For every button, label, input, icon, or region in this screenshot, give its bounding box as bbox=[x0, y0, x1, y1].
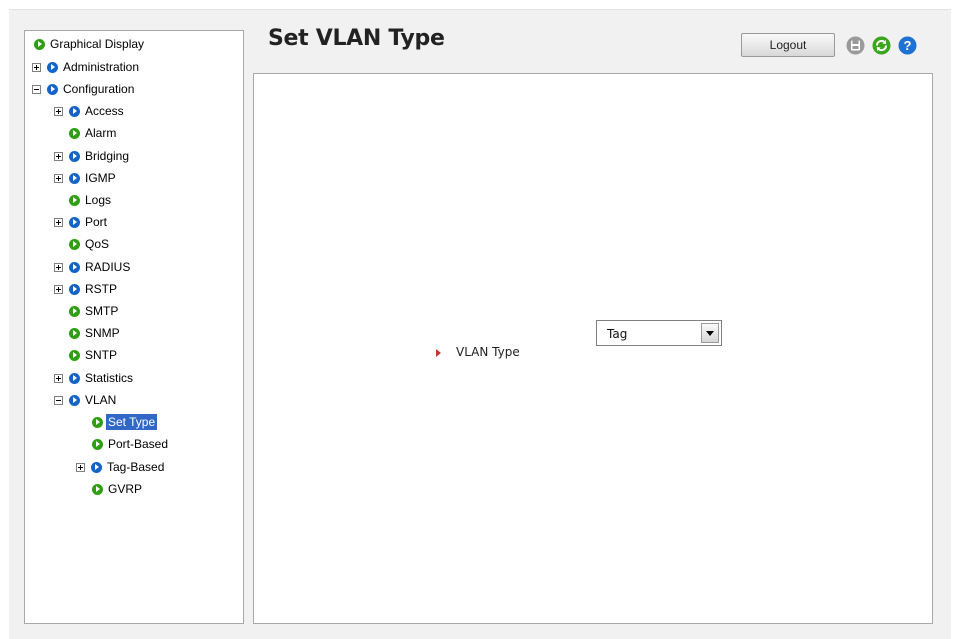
leaf-bullet-icon bbox=[92, 483, 103, 495]
tree-item-port-based[interactable]: Port-Based bbox=[92, 434, 170, 454]
tree-item-port[interactable]: Port bbox=[54, 212, 109, 232]
tree-item-label: SNTP bbox=[85, 348, 118, 362]
tree-item-access[interactable]: Access bbox=[54, 101, 126, 121]
leaf-bullet-icon bbox=[69, 194, 80, 206]
collapse-icon[interactable] bbox=[32, 84, 41, 94]
tree-item-label: Graphical Display bbox=[50, 37, 145, 51]
branch-bullet-icon bbox=[69, 216, 80, 228]
branch-bullet-icon bbox=[69, 372, 80, 384]
tree-item-label: Port-Based bbox=[108, 437, 169, 451]
tree-item-label: IGMP bbox=[85, 171, 116, 185]
tree-item-sntp[interactable]: SNTP bbox=[69, 345, 119, 365]
svg-text:?: ? bbox=[904, 38, 912, 53]
tree-item-label: Administration bbox=[63, 60, 140, 74]
logout-button-label: Logout bbox=[769, 38, 807, 52]
vlan-type-select[interactable]: Tag bbox=[596, 320, 722, 346]
branch-bullet-icon bbox=[47, 61, 58, 73]
branch-bullet-icon bbox=[69, 172, 80, 184]
tree-item-snmp[interactable]: SNMP bbox=[69, 323, 122, 343]
expand-icon[interactable] bbox=[54, 373, 63, 383]
tree-item-qos[interactable]: QoS bbox=[69, 234, 111, 254]
collapse-icon[interactable] bbox=[54, 395, 63, 405]
leaf-bullet-icon bbox=[34, 38, 45, 50]
help-icon[interactable]: ? bbox=[898, 36, 917, 55]
tree-item-label-selected: Set Type bbox=[106, 414, 158, 430]
content-panel bbox=[253, 73, 933, 624]
tree-item-label: Configuration bbox=[63, 82, 135, 96]
branch-bullet-icon bbox=[69, 105, 80, 117]
tree-item-administration[interactable]: Administration bbox=[32, 57, 141, 77]
chevron-down-icon[interactable] bbox=[701, 323, 719, 343]
tree-item-igmp[interactable]: IGMP bbox=[54, 168, 118, 188]
branch-bullet-icon bbox=[69, 261, 80, 273]
tree-item-label: Alarm bbox=[85, 126, 117, 140]
tree-item-vlan[interactable]: VLAN bbox=[54, 390, 118, 410]
tree-item-label: VLAN bbox=[85, 393, 117, 407]
tree-item-label: Statistics bbox=[85, 371, 134, 385]
leaf-bullet-icon bbox=[69, 327, 80, 339]
expand-icon[interactable] bbox=[54, 262, 63, 272]
tree-item-label: RADIUS bbox=[85, 260, 131, 274]
branch-bullet-icon bbox=[47, 83, 58, 95]
expand-icon[interactable] bbox=[54, 173, 63, 183]
vlan-type-select-value: Tag bbox=[607, 327, 628, 341]
refresh-icon[interactable] bbox=[872, 36, 891, 55]
tree-item-label: Bridging bbox=[85, 149, 130, 163]
tree-item-radius[interactable]: RADIUS bbox=[54, 257, 132, 277]
expand-icon[interactable] bbox=[54, 217, 63, 227]
field-arrow-icon bbox=[436, 349, 441, 357]
tree-item-label: SMTP bbox=[85, 304, 119, 318]
tree-item-alarm[interactable]: Alarm bbox=[69, 123, 118, 143]
expand-icon[interactable] bbox=[54, 106, 63, 116]
leaf-bullet-icon bbox=[69, 349, 80, 361]
tree-item-label: SNMP bbox=[85, 326, 120, 340]
branch-bullet-icon bbox=[69, 394, 80, 406]
leaf-bullet-icon bbox=[69, 127, 80, 139]
tree-item-label: GVRP bbox=[108, 482, 143, 496]
leaf-bullet-icon bbox=[92, 438, 103, 450]
tree-item-set-type[interactable]: Set Type bbox=[92, 412, 158, 432]
tree-item-label: Access bbox=[85, 104, 124, 118]
tree-item-configuration[interactable]: Configuration bbox=[32, 79, 136, 99]
expand-icon[interactable] bbox=[54, 284, 63, 294]
logout-button[interactable]: Logout bbox=[741, 33, 835, 57]
branch-bullet-icon bbox=[69, 283, 80, 295]
tree-item-gvrp[interactable]: GVRP bbox=[92, 479, 144, 499]
leaf-bullet-icon bbox=[69, 238, 80, 250]
tree-item-label: QoS bbox=[85, 237, 110, 251]
expand-icon[interactable] bbox=[32, 62, 41, 72]
expand-icon[interactable] bbox=[76, 462, 85, 472]
tree-item-statistics[interactable]: Statistics bbox=[54, 368, 135, 388]
tree-item-graphical-display[interactable]: Graphical Display bbox=[34, 34, 146, 54]
tree-item-smtp[interactable]: SMTP bbox=[69, 301, 120, 321]
vlan-type-label: VLAN Type bbox=[456, 345, 520, 359]
save-icon[interactable] bbox=[846, 36, 865, 55]
branch-bullet-icon bbox=[91, 461, 102, 473]
leaf-bullet-icon bbox=[69, 305, 80, 317]
tree-item-label: RSTP bbox=[85, 282, 118, 296]
expand-icon[interactable] bbox=[54, 151, 63, 161]
tree-item-label: Tag-Based bbox=[107, 460, 165, 474]
page-title: Set VLAN Type bbox=[268, 26, 445, 51]
tree-item-bridging[interactable]: Bridging bbox=[54, 146, 131, 166]
branch-bullet-icon bbox=[69, 150, 80, 162]
tree-item-tag-based[interactable]: Tag-Based bbox=[76, 457, 166, 477]
tree-item-label: Logs bbox=[85, 193, 112, 207]
tree-item-rstp[interactable]: RSTP bbox=[54, 279, 119, 299]
leaf-bullet-icon bbox=[92, 416, 103, 428]
tree-item-logs[interactable]: Logs bbox=[69, 190, 113, 210]
tree-item-label: Port bbox=[85, 215, 108, 229]
